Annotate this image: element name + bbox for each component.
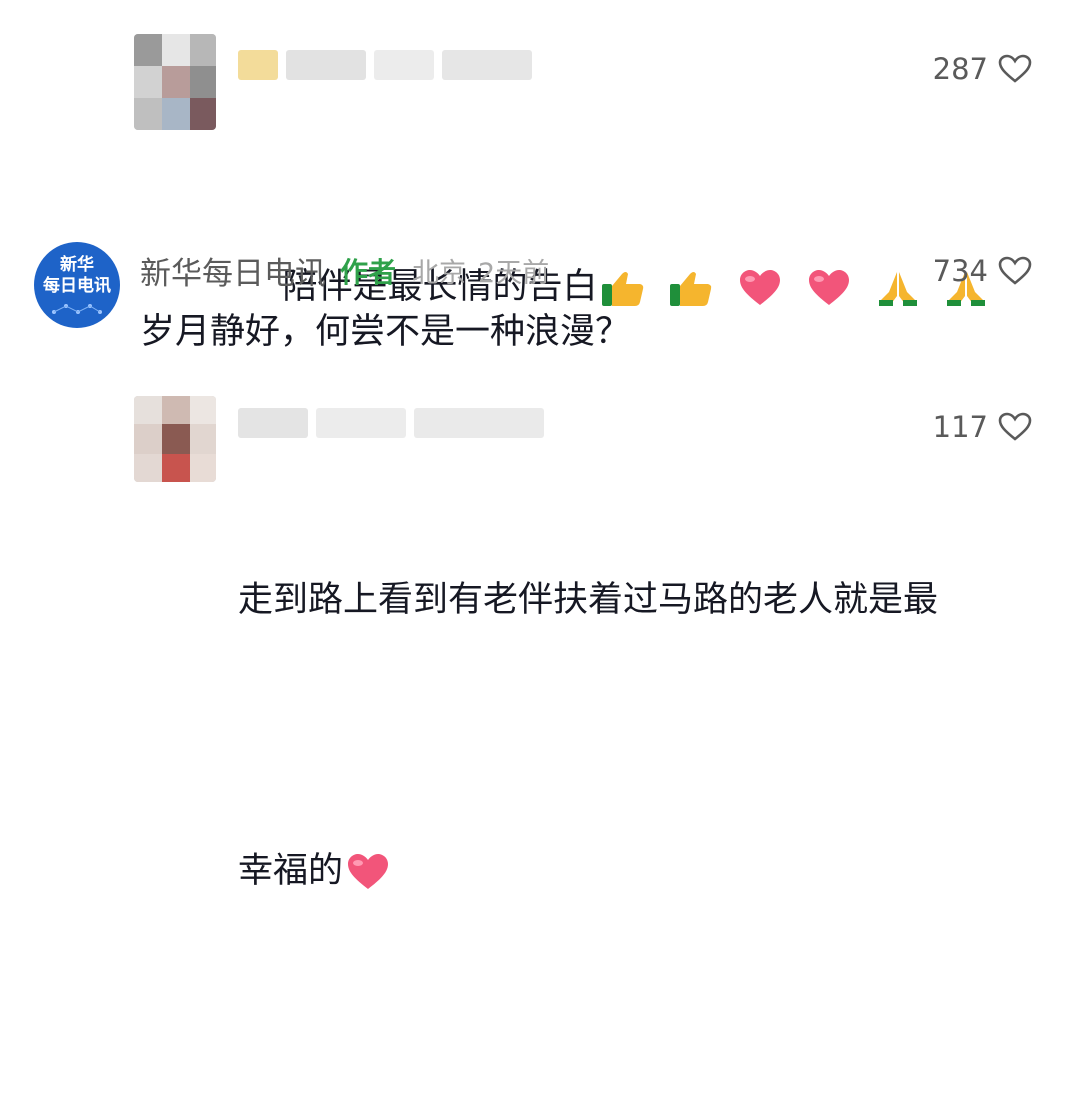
avatar-text: 新华 每日电讯: [43, 255, 111, 296]
heart-outline-icon: [998, 54, 1032, 84]
avatar[interactable]: 新华 每日电讯: [34, 242, 120, 328]
username[interactable]: 新华每日电讯: [140, 248, 326, 293]
comment-text: 走到路上看到有老伴扶着过马路的老人就是最 幸福的: [238, 460, 1038, 1116]
comment-text-line: 走到路上看到有老伴扶着过马路的老人就是最: [238, 580, 939, 620]
like-button[interactable]: 117: [933, 410, 1032, 444]
network-dots-icon: [52, 304, 102, 314]
username-masked[interactable]: [238, 50, 532, 80]
avatar[interactable]: [134, 34, 216, 130]
like-button[interactable]: 734: [933, 254, 1032, 288]
author-badge: 作者: [340, 255, 397, 289]
username-masked[interactable]: [238, 408, 544, 438]
comment-item: 新华 每日电讯 新华每日电讯 作者 北京 2天前 岁月静好，何尝不是一种浪漫？ …: [0, 230, 1080, 380]
heart-outline-icon: [998, 412, 1032, 442]
location: 北京: [412, 258, 467, 289]
like-count: 734: [932, 254, 988, 288]
comment-item: 走到路上看到有老伴扶着过马路的老人就是最 幸福的 117: [0, 390, 1080, 891]
like-button[interactable]: 287: [933, 52, 1032, 86]
heart-icon: [345, 740, 412, 1004]
comment-item: 陪伴是最长情的告白 287: [0, 0, 1080, 307]
comment-text-line: 幸福的: [238, 740, 1038, 1004]
like-count: 117: [932, 410, 988, 444]
avatar[interactable]: [134, 396, 216, 482]
timestamp: 2天前: [478, 258, 550, 289]
comment-text: 岁月静好，何尝不是一种浪漫？: [140, 312, 631, 352]
like-count: 287: [932, 52, 988, 86]
heart-outline-icon: [998, 256, 1032, 286]
comment-header: 新华每日电讯 作者 北京 2天前: [140, 248, 549, 293]
